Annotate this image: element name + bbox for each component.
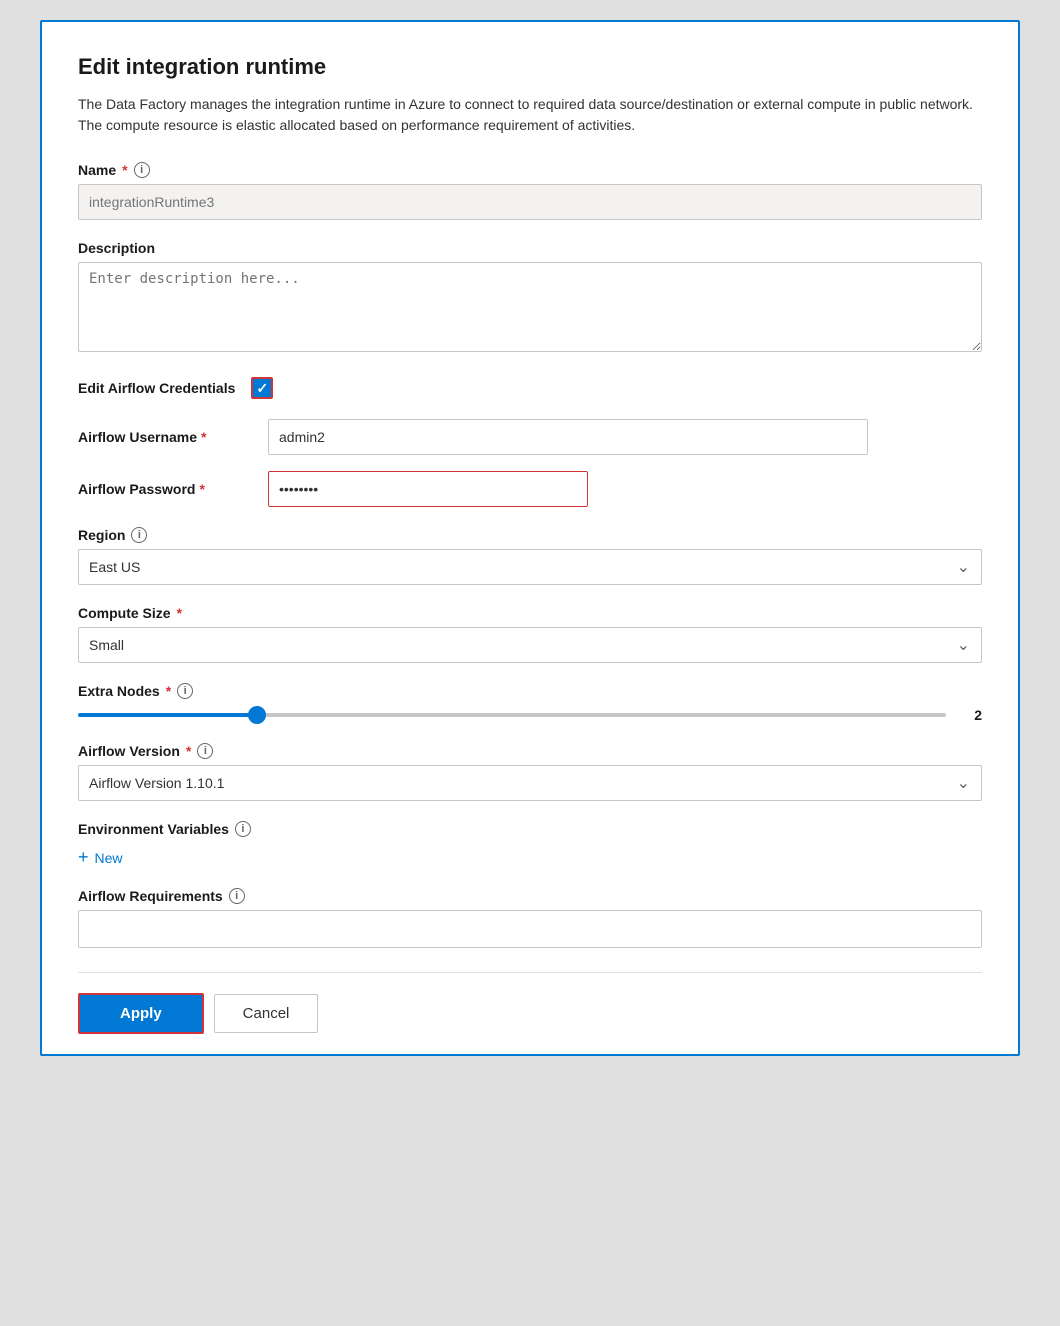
airflow-requirements-label: Airflow Requirements i: [78, 888, 982, 904]
region-label: Region i: [78, 527, 982, 543]
compute-size-required: *: [177, 605, 182, 621]
environment-variables-field-group: Environment Variables i + New: [78, 821, 982, 868]
airflow-password-input[interactable]: [268, 471, 588, 507]
checkbox-check-icon: ✓: [257, 381, 269, 395]
airflow-version-select[interactable]: Airflow Version 1.10.1 Airflow Version 2…: [78, 765, 982, 801]
airflow-password-row: Airflow Password *: [78, 471, 982, 507]
region-info-icon[interactable]: i: [131, 527, 147, 543]
edit-integration-runtime-panel: Edit integration runtime The Data Factor…: [40, 20, 1020, 1056]
plus-icon: +: [78, 847, 89, 868]
airflow-username-required: *: [201, 429, 206, 445]
panel-description: The Data Factory manages the integration…: [78, 94, 982, 136]
extra-nodes-info-icon[interactable]: i: [177, 683, 193, 699]
airflow-password-label: Airflow Password *: [78, 481, 268, 497]
airflow-password-input-wrapper: [268, 471, 868, 507]
description-field-group: Description: [78, 240, 982, 357]
name-info-icon[interactable]: i: [134, 162, 150, 178]
edit-airflow-credentials-label: Edit Airflow Credentials: [78, 380, 235, 396]
description-input[interactable]: [78, 262, 982, 352]
compute-size-select-wrapper: Small Medium Large: [78, 627, 982, 663]
compute-size-field-group: Compute Size * Small Medium Large: [78, 605, 982, 663]
name-required: *: [122, 162, 127, 178]
airflow-requirements-wrapper: [78, 910, 982, 948]
airflow-username-row: Airflow Username *: [78, 419, 982, 455]
airflow-version-select-wrapper: Airflow Version 1.10.1 Airflow Version 2…: [78, 765, 982, 801]
airflow-version-info-icon[interactable]: i: [197, 743, 213, 759]
extra-nodes-slider-row: 2: [78, 707, 982, 723]
airflow-username-input-wrapper: [268, 419, 868, 455]
extra-nodes-required: *: [166, 683, 171, 699]
name-input[interactable]: [78, 184, 982, 220]
new-button-label: New: [95, 850, 123, 866]
description-label: Description: [78, 240, 982, 256]
compute-size-label: Compute Size *: [78, 605, 982, 621]
airflow-requirements-field-group: Airflow Requirements i: [78, 888, 982, 948]
airflow-version-field-group: Airflow Version * i Airflow Version 1.10…: [78, 743, 982, 801]
extra-nodes-field-group: Extra Nodes * i 2: [78, 683, 982, 723]
region-field-group: Region i East US West US North Europe We…: [78, 527, 982, 585]
edit-airflow-credentials-row: Edit Airflow Credentials ✓: [78, 377, 982, 399]
airflow-username-input[interactable]: [268, 419, 868, 455]
extra-nodes-value: 2: [962, 707, 982, 723]
environment-variables-info-icon[interactable]: i: [235, 821, 251, 837]
name-field-group: Name * i: [78, 162, 982, 220]
airflow-password-required: *: [199, 481, 204, 497]
airflow-version-required: *: [186, 743, 191, 759]
airflow-requirements-inner: [79, 911, 981, 947]
extra-nodes-slider[interactable]: [78, 713, 946, 717]
region-select-wrapper: East US West US North Europe West Europe: [78, 549, 982, 585]
region-select[interactable]: East US West US North Europe West Europe: [78, 549, 982, 585]
extra-nodes-label: Extra Nodes * i: [78, 683, 982, 699]
name-label: Name * i: [78, 162, 982, 178]
edit-airflow-credentials-checkbox[interactable]: ✓: [251, 377, 273, 399]
airflow-requirements-info-icon[interactable]: i: [229, 888, 245, 904]
panel-footer: Apply Cancel: [78, 972, 982, 1054]
panel-title: Edit integration runtime: [78, 54, 982, 80]
airflow-version-label: Airflow Version * i: [78, 743, 982, 759]
airflow-username-label: Airflow Username *: [78, 429, 268, 445]
cancel-button[interactable]: Cancel: [214, 994, 319, 1033]
environment-variables-label: Environment Variables i: [78, 821, 982, 837]
new-environment-variable-button[interactable]: + New: [78, 847, 123, 868]
apply-button[interactable]: Apply: [78, 993, 204, 1034]
compute-size-select[interactable]: Small Medium Large: [78, 627, 982, 663]
